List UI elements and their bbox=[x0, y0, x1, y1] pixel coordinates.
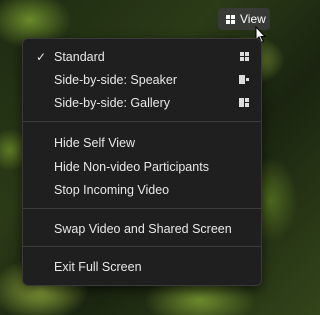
menu-item-label: Side-by-side: Gallery bbox=[54, 96, 171, 110]
menu-item-label: Standard bbox=[54, 50, 105, 64]
menu-item-label: Exit Full Screen bbox=[54, 260, 142, 274]
menu-item-standard[interactable]: ✓ Standard bbox=[23, 46, 261, 68]
grid-icon bbox=[226, 14, 235, 24]
menu-item-label: Hide Non-video Participants bbox=[54, 160, 209, 174]
menu-item-label: Side-by-side: Speaker bbox=[54, 73, 177, 87]
menu-separator bbox=[23, 208, 261, 209]
menu-item-hide-non-video-participants[interactable]: Hide Non-video Participants bbox=[23, 156, 261, 178]
menu-separator bbox=[23, 246, 261, 247]
menu-item-exit-full-screen[interactable]: Exit Full Screen bbox=[23, 256, 261, 278]
view-menu: ✓ Standard Side-by-side: Speaker Side-by… bbox=[22, 38, 262, 286]
checkmark-icon: ✓ bbox=[36, 50, 47, 64]
menu-item-stop-incoming-video[interactable]: Stop Incoming Video bbox=[23, 179, 261, 201]
menu-item-hide-self-view[interactable]: Hide Self View bbox=[23, 132, 261, 154]
view-button-label: View bbox=[240, 12, 266, 26]
menu-separator bbox=[23, 121, 261, 122]
menu-item-swap-video-shared-screen[interactable]: Swap Video and Shared Screen bbox=[23, 218, 261, 240]
menu-item-label: Stop Incoming Video bbox=[54, 183, 170, 197]
grid-icon bbox=[240, 52, 249, 61]
menu-item-label: Hide Self View bbox=[54, 136, 136, 150]
menu-item-side-by-side-speaker[interactable]: Side-by-side: Speaker bbox=[23, 69, 261, 91]
menu-item-label: Swap Video and Shared Screen bbox=[54, 222, 232, 236]
speaker-layout-icon bbox=[239, 75, 249, 84]
menu-item-side-by-side-gallery[interactable]: Side-by-side: Gallery bbox=[23, 92, 261, 114]
gallery-layout-icon bbox=[239, 98, 249, 107]
